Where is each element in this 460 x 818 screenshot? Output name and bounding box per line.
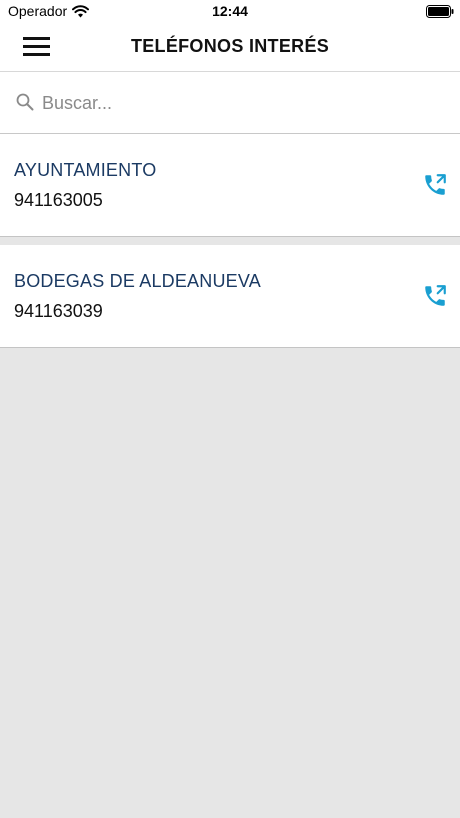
contacts-list: AYUNTAMIENTO 941163005 BODEGAS DE ALDEAN… bbox=[0, 134, 460, 356]
contact-name: BODEGAS DE ALDEANUEVA bbox=[14, 271, 261, 291]
contact-row-ayuntamiento[interactable]: AYUNTAMIENTO 941163005 bbox=[0, 134, 460, 237]
status-bar: Operador 12:44 bbox=[0, 0, 460, 24]
contact-row-bodegas-de-aldeanueva[interactable]: BODEGAS DE ALDEANUEVA 941163039 bbox=[0, 245, 460, 348]
contact-phone: 941163039 bbox=[14, 301, 103, 321]
phone-call-icon[interactable] bbox=[422, 283, 448, 309]
clock: 12:44 bbox=[212, 3, 248, 19]
page-title: TELÉFONOS INTERÉS bbox=[130, 36, 330, 56]
contact-phone: 941163005 bbox=[14, 190, 103, 210]
phone-call-icon[interactable] bbox=[422, 172, 448, 198]
battery-full-icon bbox=[426, 5, 454, 18]
search-icon bbox=[16, 93, 34, 111]
search-input[interactable] bbox=[40, 87, 444, 119]
navigation-bar: TELÉFONOS INTERÉS bbox=[0, 24, 460, 72]
contact-name: AYUNTAMIENTO bbox=[14, 160, 157, 180]
search-bar bbox=[0, 72, 460, 134]
hamburger-menu-icon[interactable] bbox=[18, 32, 56, 62]
